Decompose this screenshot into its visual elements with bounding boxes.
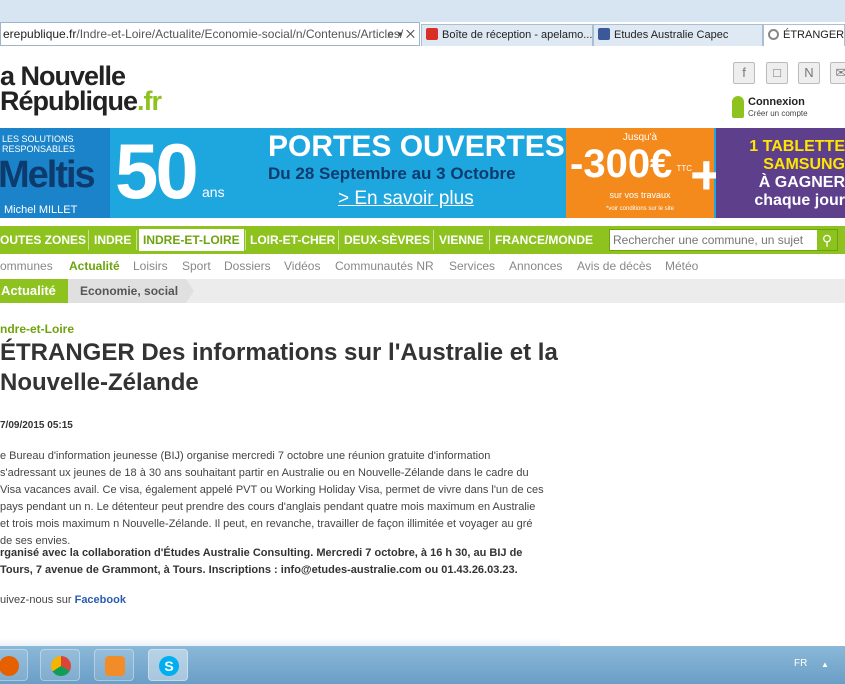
- taskbar-firefox[interactable]: [0, 649, 28, 681]
- tablet-line1: 1 TABLETTE: [749, 138, 845, 155]
- gmail-icon: [426, 28, 438, 40]
- tab-gmail[interactable]: Boîte de réception - apelamo...: [421, 24, 593, 46]
- taskbar-skype[interactable]: S: [148, 649, 188, 681]
- tab-article-label: ÉTRANGER Des: [783, 29, 845, 41]
- nav-divider: [88, 230, 89, 250]
- nav-toutes-zones[interactable]: OUTES ZONES: [0, 229, 86, 251]
- search-icon[interactable]: ⚲: [817, 230, 837, 250]
- facebook-link[interactable]: Facebook: [75, 594, 126, 606]
- breadcrumb-subsection[interactable]: Economie, social: [68, 279, 186, 303]
- firefox-icon: [0, 656, 19, 676]
- taskbar-media-player[interactable]: [94, 649, 134, 681]
- search-box: ⚲: [609, 229, 838, 251]
- language-indicator[interactable]: FR: [794, 658, 807, 669]
- article-date: 7/09/2015 05:15: [0, 420, 73, 431]
- subnav-meteo[interactable]: Météo: [665, 259, 698, 273]
- signup-link[interactable]: Créer un compte: [748, 109, 808, 118]
- banner-cta[interactable]: > En savoir plus: [338, 188, 474, 210]
- taskbar-chrome[interactable]: [40, 649, 80, 681]
- facebook-icon: [598, 28, 610, 40]
- tray-arrow-icon[interactable]: ▲: [821, 660, 829, 669]
- site-logo[interactable]: a Nouvelle République.fr: [0, 63, 162, 116]
- nav-indre[interactable]: INDRE: [94, 229, 131, 251]
- banner-by: Michel MILLET: [4, 204, 78, 216]
- subnav-loisirs[interactable]: Loisirs: [133, 259, 168, 273]
- login-link[interactable]: Connexion: [748, 96, 805, 108]
- logo-line2: République: [0, 86, 138, 116]
- offer-value: -300€: [570, 142, 673, 186]
- tablet-line3: À GAGNER: [758, 174, 845, 191]
- article-category[interactable]: ndre-et-Loire: [0, 322, 74, 336]
- subnav-actualite[interactable]: Actualité: [69, 259, 120, 273]
- page-fade: [0, 638, 560, 646]
- nav-loir-et-cher[interactable]: LOIR-ET-CHER: [250, 229, 335, 251]
- tablet-panel: 1 TABLETTE SAMSUNG À GAGNER chaque jour: [716, 128, 845, 218]
- tab-gmail-label: Boîte de réception - apelamo...: [442, 29, 593, 41]
- breadcrumb: Actualité Economie, social: [0, 279, 845, 303]
- banner-years: 50: [115, 128, 199, 215]
- banner-dates: Du 28 Septembre au 3 Octobre: [268, 164, 516, 183]
- tablet-line4: chaque jour: [754, 192, 845, 209]
- nav-divider: [338, 230, 339, 250]
- facebook-share-icon[interactable]: f: [733, 62, 755, 84]
- subnav-communes[interactable]: ommunes: [0, 259, 53, 273]
- breadcrumb-section[interactable]: Actualité: [0, 279, 68, 303]
- follow-line: uivez-nous sur Facebook: [0, 594, 126, 606]
- tab-facebook[interactable]: Etudes Australie Capec: [593, 24, 763, 46]
- tab-facebook-label: Etudes Australie Capec: [614, 29, 729, 41]
- article-info: rganisé avec la collaboration d'Études A…: [0, 547, 523, 576]
- tab-article[interactable]: ÉTRANGER Des: [763, 24, 845, 46]
- newsletter-icon[interactable]: ✉: [830, 62, 845, 84]
- subnav-avis-de-deces[interactable]: Avis de décès: [577, 259, 652, 273]
- article-body: e Bureau d'information jeunesse (BIJ) or…: [0, 450, 544, 547]
- breadcrumb-arrow: [186, 279, 194, 303]
- subnav-services[interactable]: Services: [449, 259, 495, 273]
- subnav-dossiers[interactable]: Dossiers: [224, 259, 271, 273]
- nav-vienne[interactable]: VIENNE: [439, 229, 484, 251]
- subnav-annonces[interactable]: Annonces: [509, 259, 562, 273]
- nav-divider: [136, 230, 137, 250]
- media-player-icon: [105, 656, 125, 676]
- nav-divider: [433, 230, 434, 250]
- meltis-panel: LES SOLUTIONS RESPONSABLES Meltis Michel…: [0, 128, 110, 218]
- address-controls[interactable]: ⌕ ▾ ✕: [387, 23, 415, 45]
- address-domain: erepublique.fr: [3, 27, 77, 41]
- skype-icon: S: [159, 656, 179, 676]
- subnav-videos[interactable]: Vidéos: [284, 259, 320, 273]
- nav-divider: [245, 230, 246, 250]
- tablet-line2: SAMSUNG: [763, 156, 845, 173]
- subnav-sport[interactable]: Sport: [182, 259, 211, 273]
- address-path: /Indre-et-Loire/Actualite/Economie-socia…: [76, 27, 404, 41]
- address-bar[interactable]: erepublique.fr/Indre-et-Loire/Actualite/…: [0, 22, 420, 46]
- chrome-icon: [51, 656, 71, 676]
- user-icon: [732, 96, 744, 118]
- logo-suffix: .fr: [137, 86, 162, 116]
- subnav-communautes[interactable]: Communautés NR: [335, 259, 434, 273]
- newspaper-icon[interactable]: N: [798, 62, 820, 84]
- banner-solutions: LES SOLUTIONS RESPONSABLES: [2, 134, 76, 154]
- nav-indre-et-loire[interactable]: INDRE-ET-LOIRE: [139, 229, 244, 251]
- browser-titlebar: [0, 0, 845, 22]
- follow-prefix: uivez-nous sur: [0, 594, 75, 606]
- ad-banner[interactable]: LES SOLUTIONS RESPONSABLES Meltis Michel…: [0, 128, 845, 218]
- loading-icon: [768, 29, 779, 40]
- page-content: a Nouvelle République.fr f □ N ✉ Connexi…: [0, 46, 845, 646]
- nav-deux-sevres[interactable]: DEUX-SÈVRES: [344, 229, 430, 251]
- banner-brand: Meltis: [0, 154, 96, 196]
- mobile-icon[interactable]: □: [766, 62, 788, 84]
- nav-france-monde[interactable]: FRANCE/MONDE: [495, 229, 593, 251]
- banner-headline: PORTES OUVERTES: [268, 130, 565, 163]
- nav-divider: [489, 230, 490, 250]
- article-title: ÉTRANGER Des informations sur l'Australi…: [0, 339, 558, 396]
- taskbar: S: [0, 646, 845, 684]
- banner-years-label: ans: [202, 184, 225, 200]
- search-input[interactable]: [610, 230, 815, 250]
